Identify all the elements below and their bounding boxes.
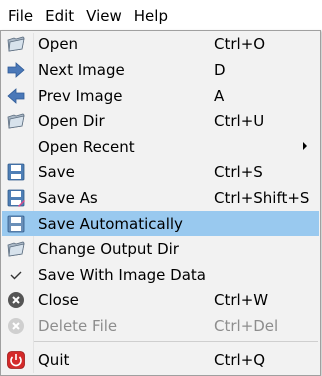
file-menu-dropdown: Open Ctrl+O Next Image D Prev Image A Op… [0,30,321,376]
arrow-left-icon [6,86,26,106]
menu-item-close[interactable]: Close Ctrl+W [2,287,319,312]
menu-file[interactable]: File [0,0,40,31]
menu-item-shortcut: Ctrl+U [214,112,265,130]
open-folder-icon [6,34,26,54]
menu-item-label: Open Dir [38,112,105,130]
open-folder-icon [6,111,26,131]
menubar: File Edit View Help [0,0,322,31]
menu-item-quit[interactable]: Quit Ctrl+Q [2,347,319,372]
menu-view[interactable]: View [80,0,128,31]
menu-item-shortcut: Ctrl+Q [214,351,266,369]
menu-item-save-automatically[interactable]: Save Automatically [2,211,319,236]
delete-circle-icon [6,316,26,336]
menu-item-label: Save [38,163,75,181]
menu-item-save-as[interactable]: Save As Ctrl+Shift+S [2,185,319,210]
menu-item-open-dir[interactable]: Open Dir Ctrl+U [2,108,319,133]
menu-item-save-with-image-data[interactable]: Save With Image Data [2,262,319,287]
menu-item-shortcut: Ctrl+W [214,291,269,309]
menu-item-shortcut: Ctrl+Del [214,317,279,335]
menu-item-change-output-dir[interactable]: Change Output Dir [2,236,319,261]
menu-item-save[interactable]: Save Ctrl+S [2,159,319,184]
menu-item-label: Open Recent [38,138,135,156]
power-icon [6,350,26,370]
floppy-disk-icon [6,162,26,182]
menu-item-shortcut: D [214,61,226,79]
save-as-icon [6,188,26,208]
menu-item-shortcut: A [214,87,225,105]
menu-item-next-image[interactable]: Next Image D [2,57,319,82]
submenu-arrow-icon [303,142,307,150]
menu-edit[interactable]: Edit [39,0,80,31]
menu-help[interactable]: Help [128,0,174,31]
menu-item-label: Next Image [38,61,125,79]
menu-item-label: Save As [38,189,98,207]
checkmark-icon [6,265,26,285]
menu-item-label: Open [38,35,79,53]
menu-separator [34,341,318,342]
menu-item-prev-image[interactable]: Prev Image A [2,83,319,108]
menu-item-label: Save Automatically [38,215,183,233]
open-folder-icon [6,239,26,259]
menu-item-open-recent[interactable]: Open Recent [2,134,319,159]
menu-item-open[interactable]: Open Ctrl+O [2,31,319,56]
close-circle-icon [6,290,26,310]
menu-item-shortcut: Ctrl+S [214,163,263,181]
menu-item-label: Delete File [38,317,118,335]
menu-item-label: Quit [38,351,70,369]
menu-item-shortcut: Ctrl+Shift+S [214,189,310,207]
menu-item-label: Close [38,291,79,309]
floppy-disk-icon [6,214,26,234]
menu-item-label: Change Output Dir [38,240,179,258]
menu-item-label: Prev Image [38,87,123,105]
menu-item-delete-file[interactable]: Delete File Ctrl+Del [2,313,319,338]
menu-item-shortcut: Ctrl+O [214,35,266,53]
arrow-right-icon [6,60,26,80]
menu-item-label: Save With Image Data [38,266,206,284]
